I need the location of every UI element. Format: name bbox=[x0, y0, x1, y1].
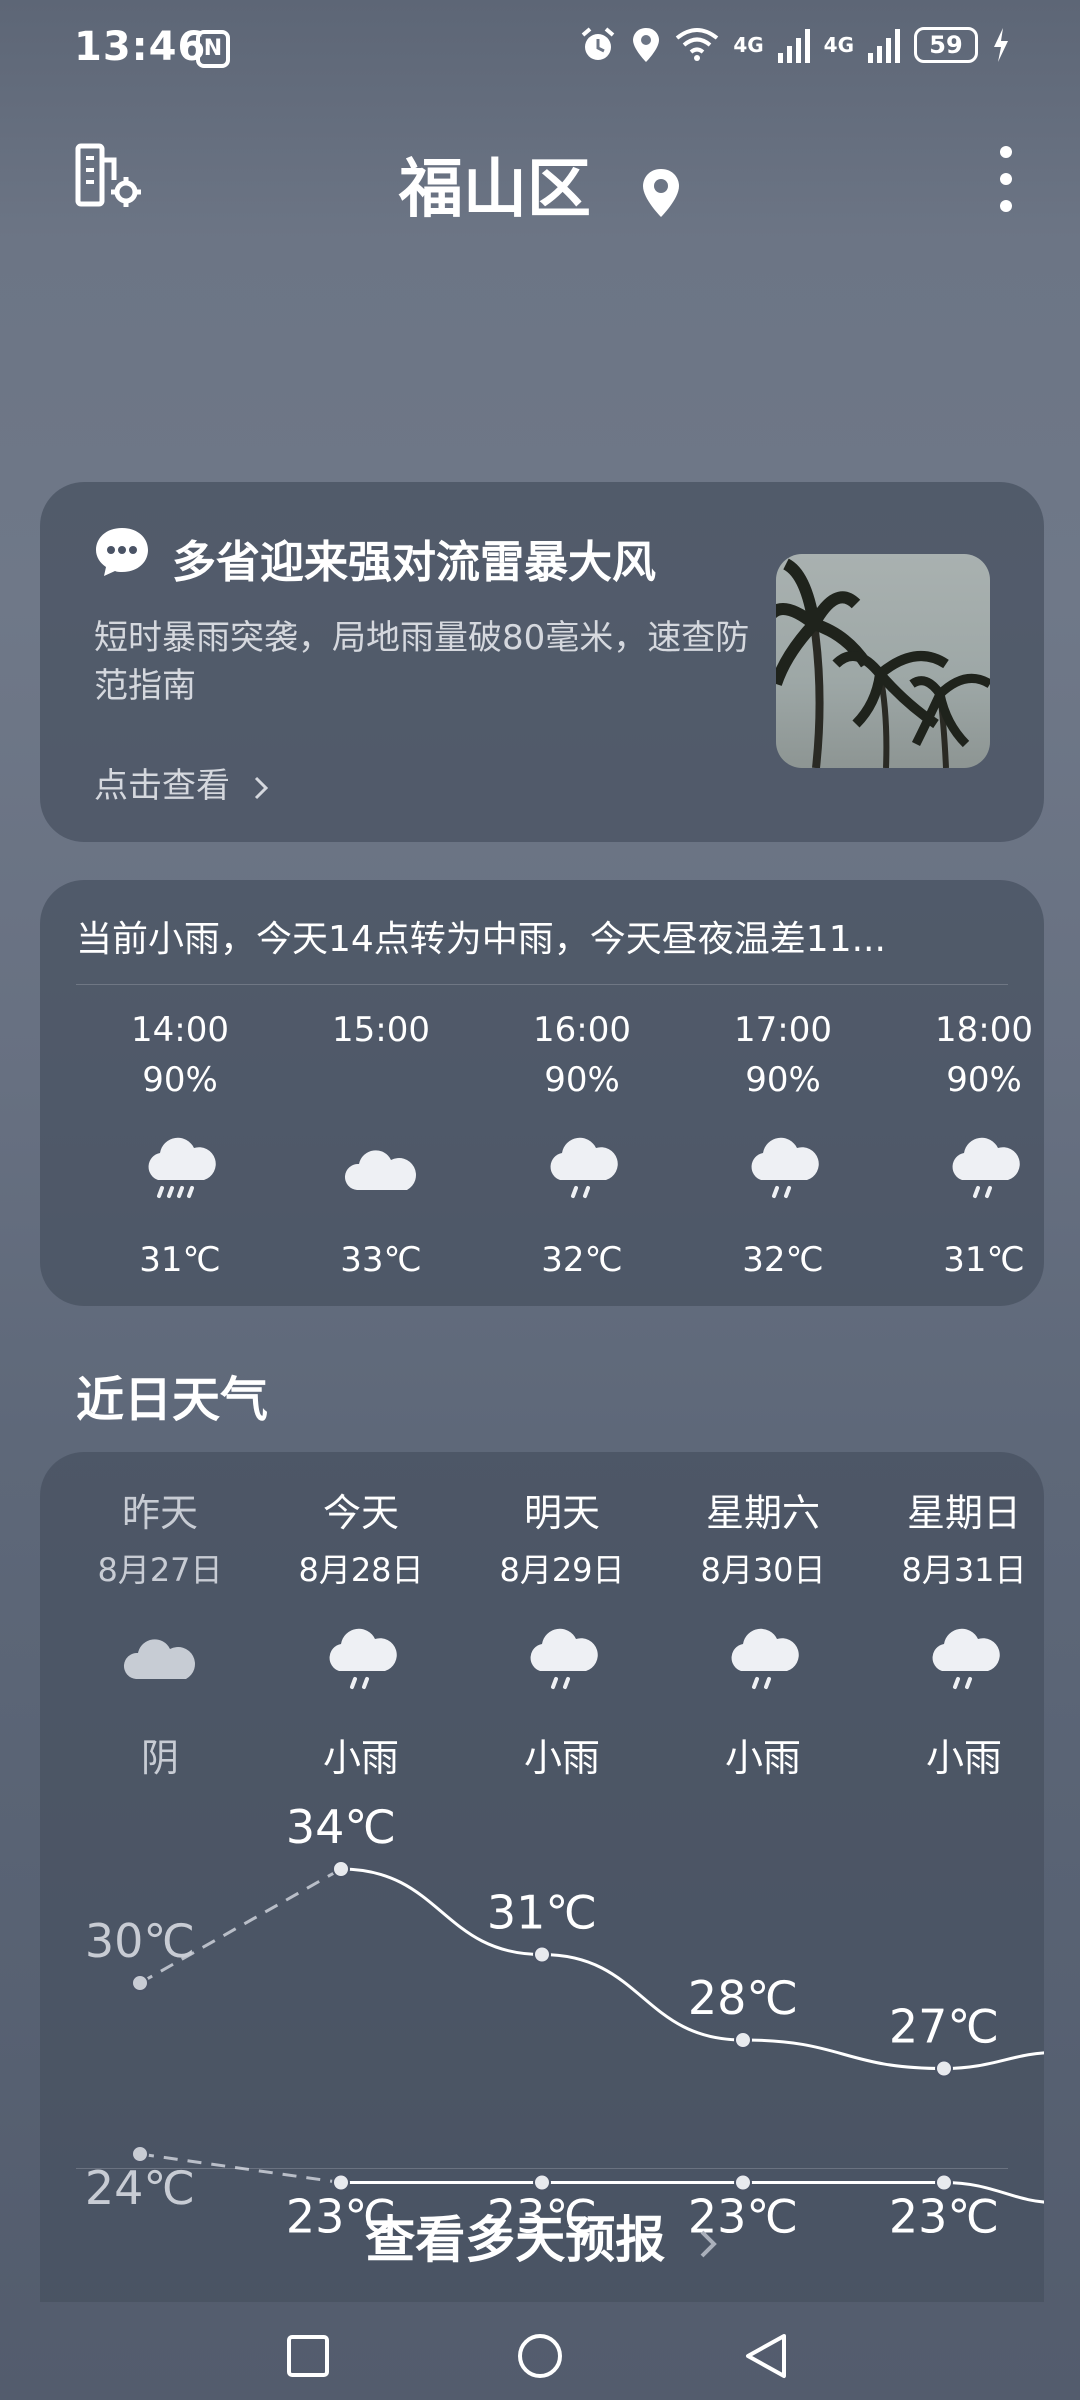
temp-point bbox=[131, 1974, 149, 1992]
more-options-icon[interactable] bbox=[996, 144, 1016, 214]
precip-probability: 90% bbox=[745, 1060, 821, 1100]
network-type-1: 4G bbox=[733, 33, 764, 57]
signal-icon-1 bbox=[777, 29, 810, 63]
daily-forecast-card[interactable]: 昨天 8月27日 阴 今天 8月28日 小雨 明天 8月29日 小雨 星期六 8… bbox=[40, 1452, 1044, 2302]
weather-summary: 当前小雨，今天14点转为中雨，今天昼夜温差11... bbox=[76, 919, 886, 960]
navigation-bar bbox=[0, 2300, 1080, 2400]
hour-temperature: 31℃ bbox=[139, 1240, 221, 1280]
precip-probability bbox=[311, 1060, 451, 1104]
hour-time: 15:00 bbox=[332, 1010, 430, 1050]
temp-point bbox=[935, 2173, 953, 2192]
temp-point bbox=[332, 1860, 350, 1878]
high-temp-label: 27℃ bbox=[889, 2000, 999, 2054]
hour-temperature: 31℃ bbox=[943, 1240, 1025, 1280]
hour-time: 18:00 bbox=[935, 1010, 1033, 1050]
divider bbox=[76, 2168, 1008, 2169]
hourly-item: 14:00 90% 31℃ bbox=[110, 1010, 250, 1280]
status-icons: 4G 4G 59 bbox=[579, 26, 1010, 64]
news-card[interactable]: 多省迎来强对流雷暴大风 短时暴雨突袭，局地雨量破80毫米，速查防范指南 点击查看 bbox=[40, 482, 1044, 842]
chat-bubble-icon bbox=[96, 528, 148, 576]
hour-temperature: 32℃ bbox=[742, 1240, 824, 1280]
chevron-right-icon bbox=[254, 776, 268, 799]
hourly-item: 16:00 90% 32℃ bbox=[512, 1010, 652, 1280]
temperature-trend-chart: 30℃34℃31℃28℃27℃24℃23℃ 23℃ 23℃ 23℃ bbox=[85, 1800, 1044, 2244]
temp-point bbox=[935, 2059, 953, 2078]
signal-icon-2 bbox=[868, 29, 900, 63]
hourly-forecast-card[interactable]: 当前小雨，今天14点转为中雨，今天昼夜温差11... 14:00 90% 31℃… bbox=[40, 880, 1044, 1306]
temp-point bbox=[734, 2031, 752, 2049]
recent-weather-title: 近日天气 bbox=[76, 1372, 269, 1428]
light-rain-icon bbox=[550, 1137, 618, 1198]
precip-probability: 90% bbox=[142, 1060, 218, 1100]
network-type-2: 4G bbox=[823, 33, 854, 57]
battery-indicator: 59 bbox=[914, 27, 978, 63]
light-rain-icon bbox=[952, 1137, 1020, 1198]
wifi-icon bbox=[676, 28, 719, 61]
charging-icon bbox=[994, 28, 1008, 62]
hour-time: 16:00 bbox=[533, 1010, 631, 1050]
precip-probability: 90% bbox=[544, 1060, 620, 1100]
palm-trees-image bbox=[776, 558, 990, 768]
light-rain-icon bbox=[751, 1137, 819, 1198]
hourly-item: 17:00 90% 32℃ bbox=[713, 1010, 853, 1280]
temp-point bbox=[734, 2173, 752, 2192]
temp-point bbox=[533, 1945, 551, 1964]
home-button[interactable] bbox=[516, 2332, 564, 2380]
location-pin-icon bbox=[643, 169, 680, 218]
temp-point bbox=[533, 2173, 551, 2192]
view-more-days-label: 查看多天预报 bbox=[365, 2211, 666, 2269]
hour-time: 14:00 bbox=[131, 1010, 229, 1050]
cloudy-icon bbox=[344, 1150, 416, 1190]
back-button[interactable] bbox=[744, 2332, 788, 2380]
hour-temperature: 32℃ bbox=[541, 1240, 623, 1280]
temp-point bbox=[131, 2145, 149, 2163]
high-temp-label: 31℃ bbox=[487, 1886, 597, 1940]
news-thumbnail-palm-trees bbox=[776, 554, 990, 768]
hour-time: 17:00 bbox=[734, 1010, 832, 1050]
hour-temperature: 33℃ bbox=[340, 1240, 422, 1280]
city-title[interactable]: 福山区 bbox=[0, 138, 1080, 230]
divider bbox=[76, 984, 1008, 985]
heavy-rain-icon bbox=[148, 1137, 216, 1198]
news-title: 多省迎来强对流雷暴大风 bbox=[172, 537, 656, 588]
news-view-link[interactable]: 点击查看 bbox=[94, 758, 271, 807]
high-temp-label: 30℃ bbox=[85, 1914, 195, 1968]
hourly-item: 15:00 33℃ bbox=[311, 1010, 451, 1280]
news-view-label: 点击查看 bbox=[94, 766, 230, 806]
nfc-icon: N bbox=[196, 30, 230, 68]
location-status-icon bbox=[633, 28, 660, 62]
temp-point bbox=[332, 2173, 350, 2192]
chevron-right-icon bbox=[700, 2230, 717, 2257]
city-name: 福山区 bbox=[398, 153, 591, 227]
recent-apps-button[interactable] bbox=[286, 2334, 330, 2378]
hourly-item: 18:00 90% 31℃ bbox=[914, 1010, 1054, 1280]
status-time: 13:46 bbox=[74, 24, 207, 70]
high-temp-label: 34℃ bbox=[286, 1800, 396, 1854]
alarm-icon bbox=[582, 27, 615, 60]
high-temp-label: 28℃ bbox=[688, 1971, 798, 2025]
view-more-days-button[interactable]: 查看多天预报 bbox=[40, 2200, 1044, 2272]
header: 福山区 bbox=[0, 130, 1080, 230]
precip-probability: 90% bbox=[946, 1060, 1022, 1100]
news-description: 短时暴雨突袭，局地雨量破80毫米，速查防范指南 bbox=[94, 618, 750, 706]
status-bar: 13:46 N 4G 4G 59 bbox=[0, 0, 1080, 100]
